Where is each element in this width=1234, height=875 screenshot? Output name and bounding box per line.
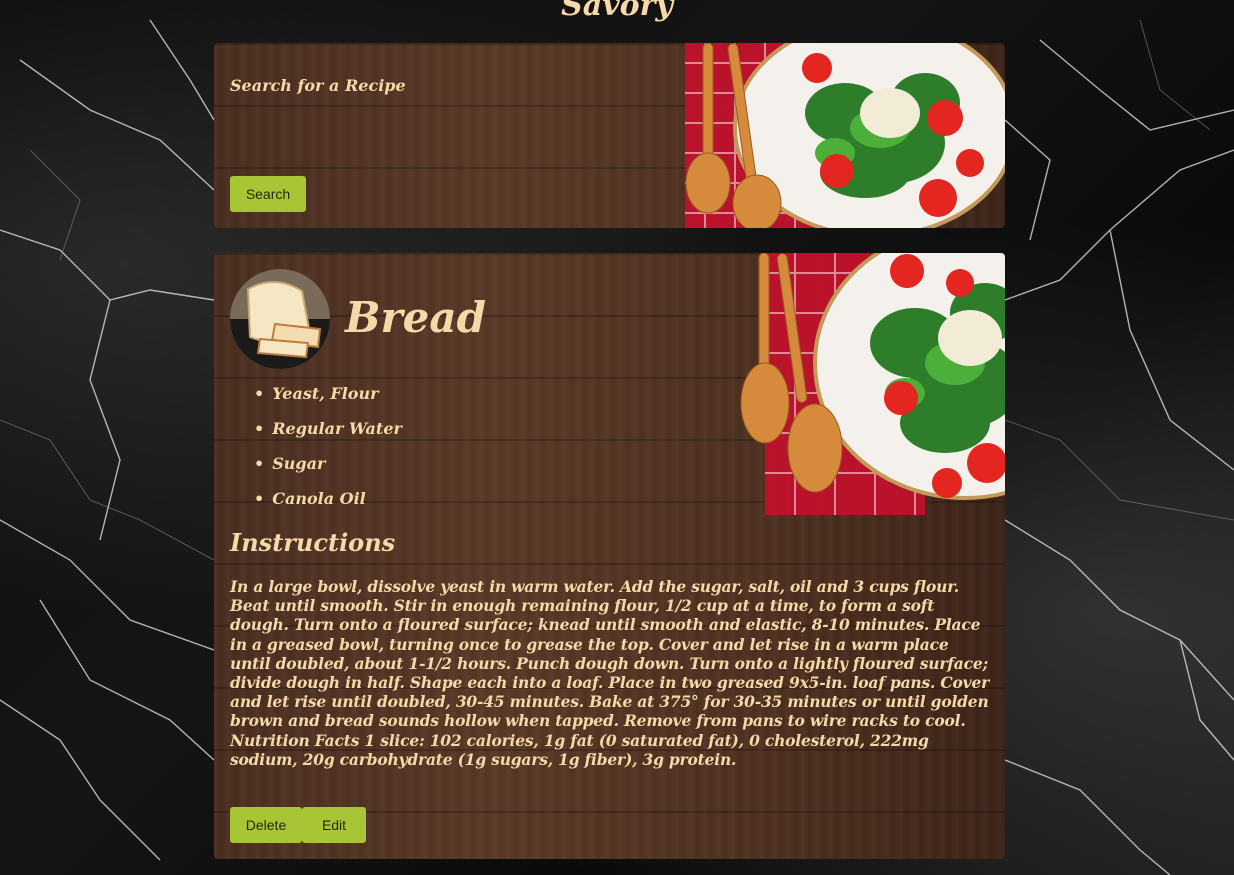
instructions-heading: Instructions (230, 528, 396, 557)
recipe-actions: Delete Edit (230, 807, 366, 843)
recipe-thumbnail (230, 269, 330, 369)
site-title: Savory (561, 0, 673, 23)
search-button[interactable]: Search (230, 176, 306, 212)
delete-button[interactable]: Delete (230, 807, 302, 843)
search-label: Search for a Recipe (230, 76, 406, 95)
ingredient-list: Yeast, Flour Regular Water Sugar Canola … (254, 383, 402, 523)
edit-button[interactable]: Edit (302, 807, 366, 843)
ingredient-item: Canola Oil (254, 488, 402, 523)
salad-plate-image (740, 253, 1005, 515)
search-card: Search for a Recipe Search (214, 43, 1005, 228)
instructions-text: In a large bowl, dissolve yeast in warm … (230, 577, 990, 769)
recipe-title: Bread (345, 293, 486, 342)
ingredient-item: Yeast, Flour (254, 383, 402, 418)
recipe-card: Bread Yeast, Flour Regular Water Sugar C… (214, 253, 1005, 859)
ingredient-item: Regular Water (254, 418, 402, 453)
ingredient-item: Sugar (254, 453, 402, 488)
salad-plate-image (685, 43, 1005, 228)
